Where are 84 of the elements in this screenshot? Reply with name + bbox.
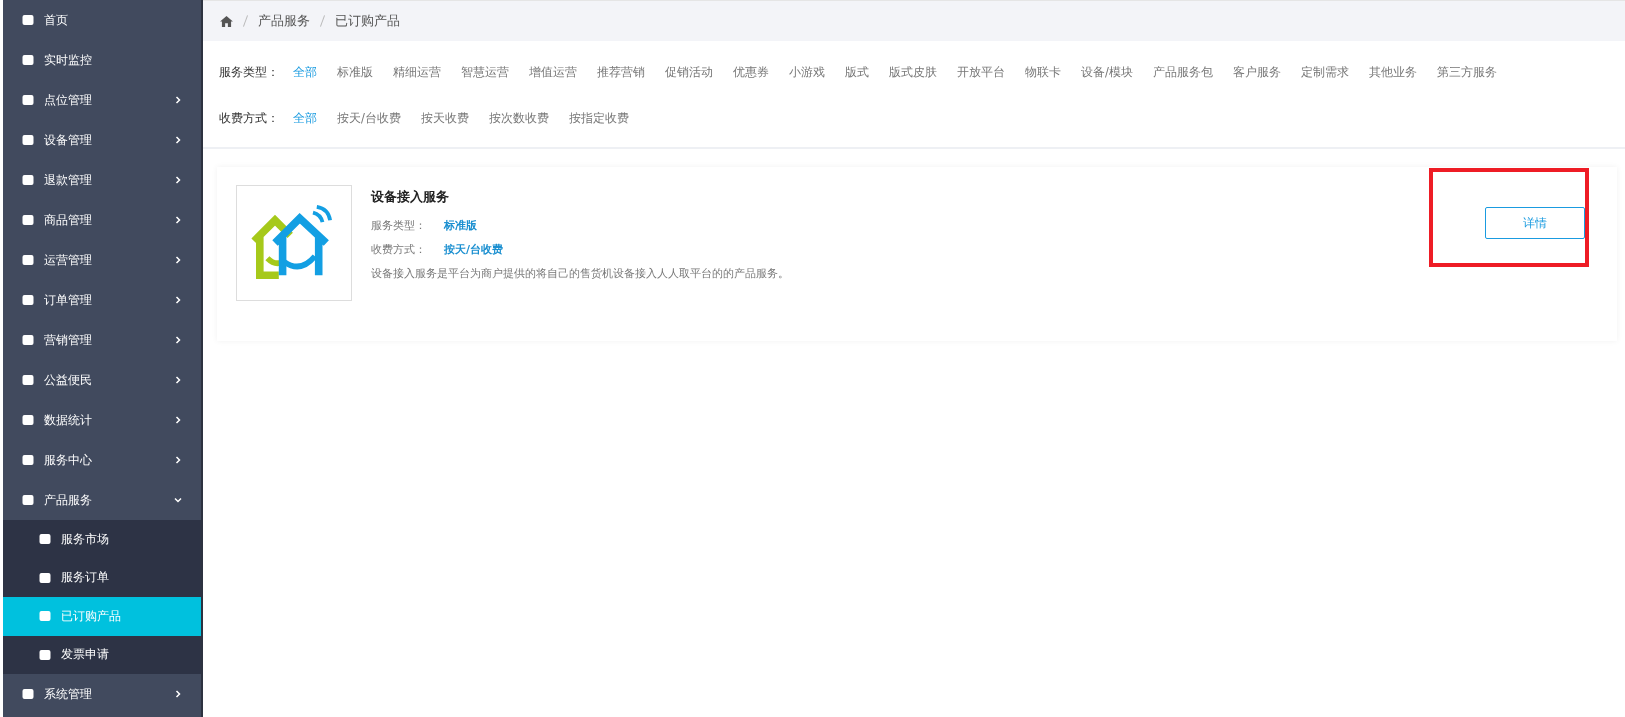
sidebar-item[interactable]: 退款管理 — [3, 160, 201, 200]
menu-square-icon — [22, 54, 34, 66]
menu-square-icon — [22, 134, 34, 146]
sidebar-subitem[interactable]: 服务市场 — [3, 520, 201, 559]
sidebar-item[interactable]: 首页 — [3, 0, 201, 40]
filter-option[interactable]: 按指定收费 — [568, 110, 629, 126]
chevron-right-icon — [173, 415, 183, 425]
house-logo-icon — [236, 185, 352, 301]
filter-option[interactable]: 优惠券 — [733, 64, 769, 80]
sidebar-item[interactable]: 运营管理 — [3, 240, 201, 280]
menu-square-icon — [22, 414, 34, 426]
sidebar-item[interactable]: 点位管理 — [3, 80, 201, 120]
chevron-right-icon — [173, 375, 183, 385]
chevron-right-icon — [173, 295, 183, 305]
sidebar-item[interactable]: 公益便民 — [3, 360, 201, 400]
home-icon[interactable] — [220, 15, 233, 27]
filter-option[interactable]: 小游戏 — [789, 64, 825, 80]
filter-option[interactable]: 版式皮肤 — [889, 64, 937, 80]
sidebar-item[interactable]: 系统管理 — [3, 674, 201, 714]
filter-option[interactable]: 按天收费 — [420, 110, 469, 126]
details-button[interactable]: 详情 — [1485, 207, 1585, 239]
menu-square-icon — [39, 571, 51, 584]
sidebar-item[interactable]: 营销管理 — [3, 320, 201, 360]
menu-square-icon — [22, 334, 34, 346]
menu-square-icon — [22, 174, 34, 186]
sidebar-item[interactable]: 商品管理 — [3, 200, 201, 240]
filter-option[interactable]: 版式 — [845, 64, 869, 80]
menu-square-icon — [22, 688, 34, 700]
filter-option[interactable]: 设备/模块 — [1081, 64, 1133, 80]
sidebar-subitem[interactable]: 发票申请 — [3, 635, 201, 674]
sidebar-item[interactable]: 数据统计 — [3, 400, 201, 440]
filter-option[interactable]: 增值运营 — [529, 64, 577, 80]
menu-square-icon — [39, 533, 51, 546]
sidebar-item[interactable]: 实时监控 — [3, 40, 201, 80]
filter-option[interactable]: 定制需求 — [1300, 64, 1349, 80]
chevron-right-icon — [173, 175, 183, 185]
sidebar-item[interactable]: 服务中心 — [3, 440, 201, 480]
menu-square-icon — [22, 254, 34, 266]
sidebar-item[interactable]: 设备管理 — [3, 120, 201, 160]
breadcrumb-link[interactable]: 产品服务 — [258, 12, 310, 30]
field-label: 收费方式： — [371, 242, 427, 257]
sidebar-item[interactable]: 订单管理 — [3, 280, 201, 320]
sidebar-subitem[interactable]: 服务订单 — [3, 558, 201, 597]
filter-option[interactable]: 全部 — [293, 110, 317, 126]
filter-option[interactable]: 产品服务包 — [1152, 64, 1213, 80]
menu-square-icon — [22, 374, 34, 386]
filter-label: 服务类型： — [219, 64, 279, 80]
product-description: 设备接入服务是平台为商户提供的将自己的售货机设备接入人人取平台的的产品服务。 — [371, 266, 790, 281]
filter-option[interactable]: 开放平台 — [957, 64, 1005, 80]
chevron-right-icon — [173, 455, 183, 465]
chevron-right-icon — [173, 689, 183, 699]
filter-option[interactable]: 第三方服务 — [1436, 64, 1497, 80]
filter-option[interactable]: 促销活动 — [665, 64, 713, 80]
field-value: 按天/台收费 — [444, 242, 504, 257]
filter-option[interactable]: 标准版 — [337, 64, 373, 80]
chevron-down-icon — [173, 495, 183, 505]
menu-square-icon — [22, 294, 34, 306]
breadcrumb-link[interactable]: 已订购产品 — [335, 12, 400, 30]
filter-option[interactable]: 智慧运营 — [461, 64, 509, 80]
chevron-right-icon — [173, 215, 183, 225]
filter-option[interactable]: 精细运营 — [393, 64, 441, 80]
field-label: 服务类型： — [371, 218, 427, 233]
filter-option[interactable]: 按次数收费 — [488, 110, 549, 126]
chevron-right-icon — [173, 135, 183, 145]
menu-square-icon — [39, 610, 51, 623]
menu-square-icon — [22, 454, 34, 466]
field-value: 标准版 — [444, 218, 477, 233]
menu-square-icon — [39, 648, 51, 661]
product-title: 设备接入服务 — [371, 188, 450, 206]
menu-square-icon — [22, 94, 34, 106]
filter-label: 收费方式： — [219, 110, 279, 126]
menu-square-icon — [22, 14, 34, 26]
chevron-right-icon — [173, 95, 183, 105]
chevron-right-icon — [173, 335, 183, 345]
filter-option[interactable]: 全部 — [293, 64, 317, 80]
filter-option[interactable]: 按天/台收费 — [337, 110, 401, 126]
filter-option[interactable]: 物联卡 — [1025, 64, 1061, 80]
filter-option[interactable]: 其他业务 — [1368, 64, 1417, 80]
filter-option[interactable]: 客户服务 — [1232, 64, 1281, 80]
chevron-right-icon — [173, 255, 183, 265]
sidebar-item[interactable]: 产品服务 — [3, 480, 201, 520]
filter-option[interactable]: 推荐营销 — [597, 64, 645, 80]
menu-square-icon — [22, 214, 34, 226]
menu-square-icon — [22, 494, 34, 506]
